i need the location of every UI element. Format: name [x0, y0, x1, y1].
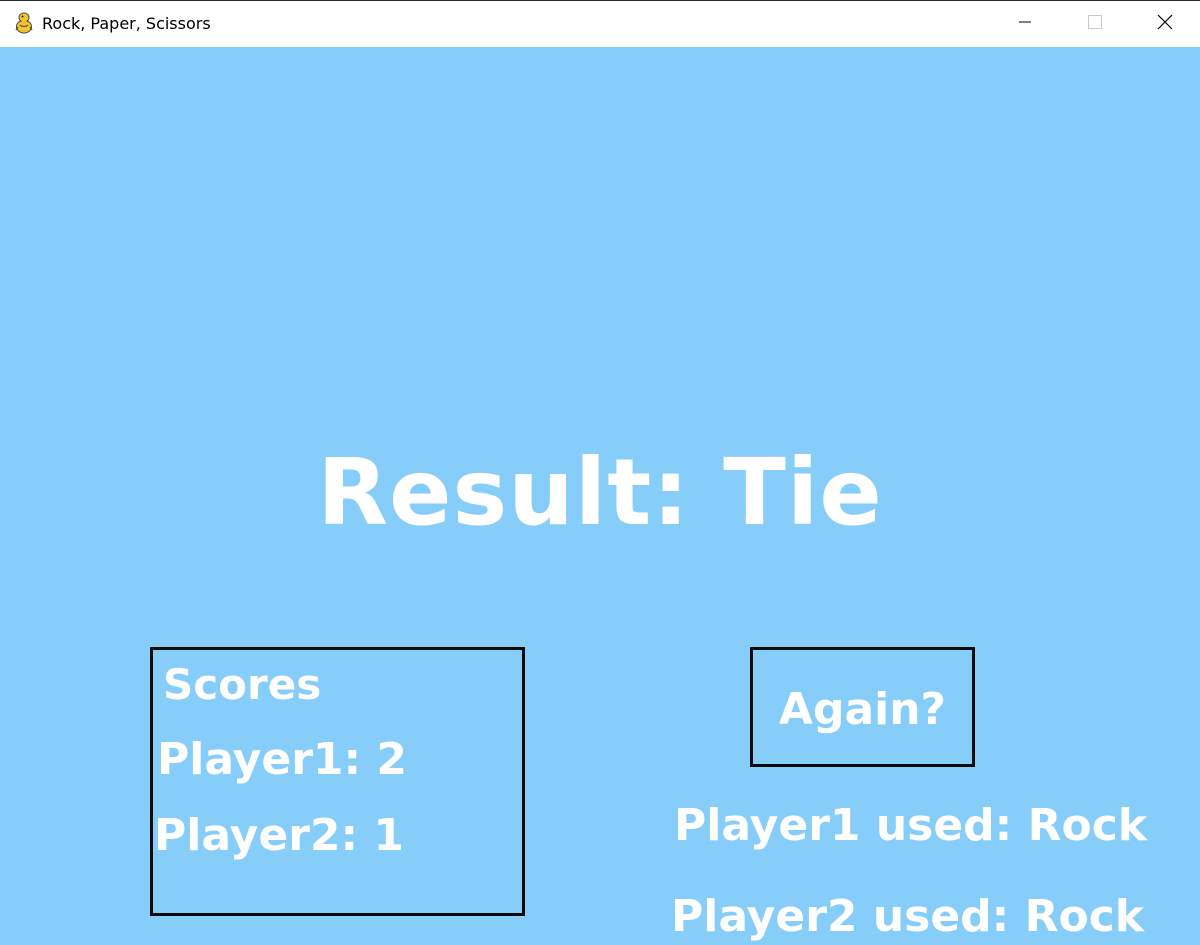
maximize-icon	[1088, 14, 1102, 34]
player1-score: Player1: 2	[157, 734, 408, 785]
window-title: Rock, Paper, Scissors	[42, 14, 211, 33]
minimize-icon	[1019, 15, 1031, 33]
close-button[interactable]	[1130, 1, 1200, 47]
player2-used-text: Player2 used: Rock	[671, 891, 1145, 942]
maximize-button[interactable]	[1060, 1, 1130, 47]
game-canvas: Result: Tie Scores Player1: 2 Player2: 1…	[0, 47, 1200, 945]
again-button[interactable]: Again?	[750, 647, 975, 767]
close-icon	[1157, 14, 1173, 35]
result-text: Result: Tie	[317, 439, 883, 546]
player2-score: Player2: 1	[154, 810, 405, 861]
app-window: Rock, Paper, Scissors Result: Tie Scores…	[0, 0, 1200, 945]
title-bar[interactable]: Rock, Paper, Scissors	[0, 0, 1200, 47]
minimize-button[interactable]	[990, 1, 1060, 47]
scores-panel: Scores Player1: 2 Player2: 1	[150, 647, 525, 916]
again-button-label: Again?	[778, 684, 947, 735]
pygame-snake-icon	[12, 11, 36, 35]
scores-title: Scores	[163, 660, 322, 709]
player1-used-text: Player1 used: Rock	[674, 800, 1148, 851]
